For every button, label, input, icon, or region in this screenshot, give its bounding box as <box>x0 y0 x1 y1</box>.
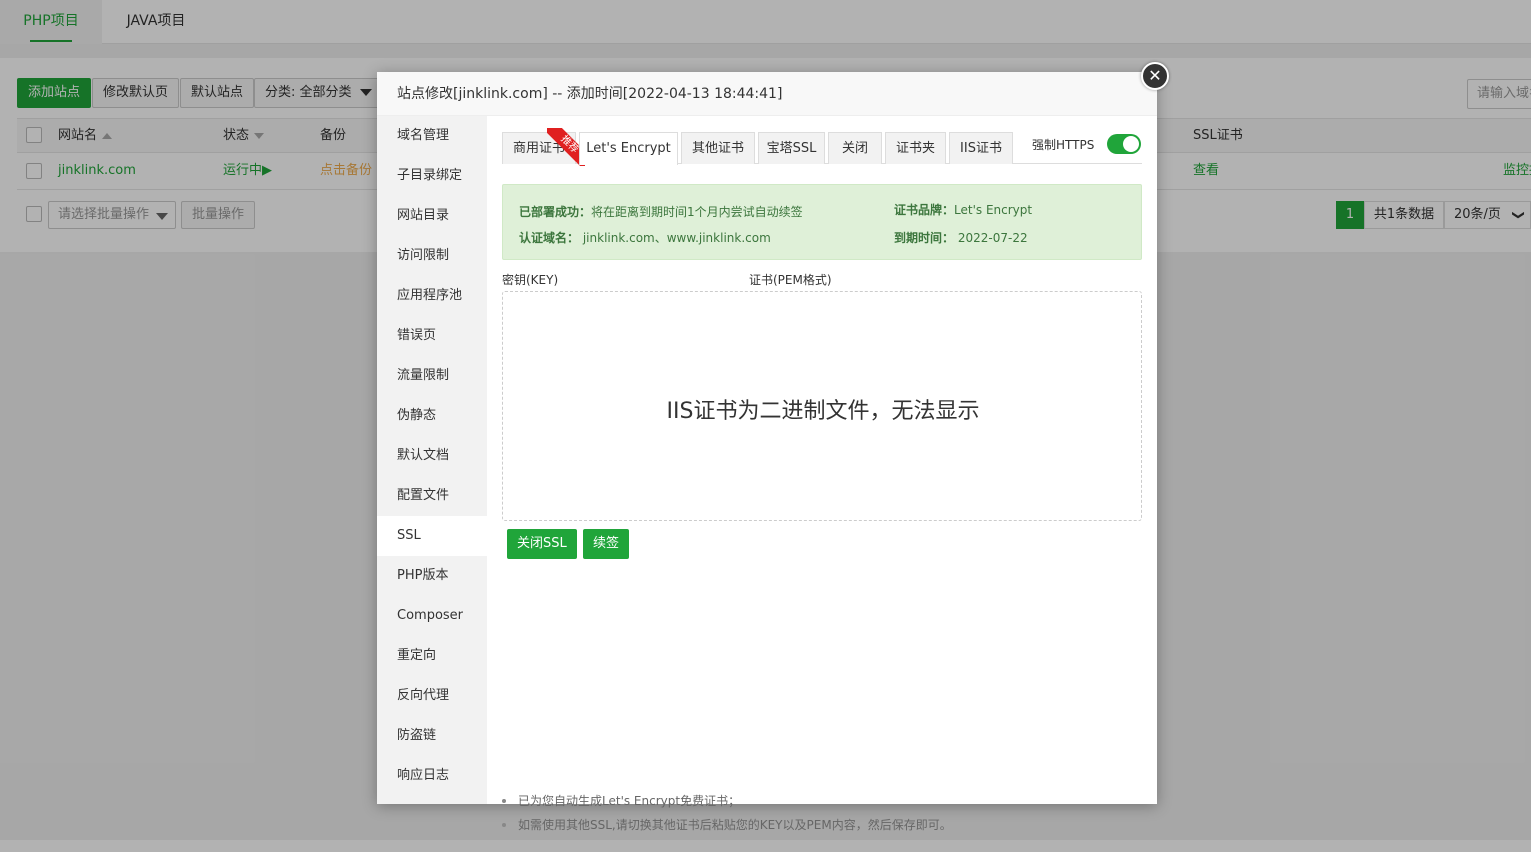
tab-other-cert[interactable]: 其他证书 <box>681 132 755 164</box>
cert-content-area: IIS证书为二进制文件，无法显示 <box>502 291 1142 521</box>
tab-close[interactable]: 关闭 <box>828 132 882 164</box>
sidebar-item-error-page[interactable]: 错误页 <box>377 316 487 356</box>
deployed-status: 已部署成功：将在距离到期时间1个月内尝试自动续签 <box>519 205 803 219</box>
sidebar-item-php-version[interactable]: PHP版本 <box>377 556 487 596</box>
sidebar-item-reverse-proxy[interactable]: 反向代理 <box>377 676 487 716</box>
sidebar-item-response-log[interactable]: 响应日志 <box>377 756 487 796</box>
sidebar-item-site-directory[interactable]: 网站目录 <box>377 196 487 236</box>
force-https-toggle[interactable] <box>1107 134 1141 154</box>
sidebar-item-redirect[interactable]: 重定向 <box>377 636 487 676</box>
sidebar-item-ssl[interactable]: SSL <box>377 516 487 556</box>
tip-item: 如需使用其他SSL,请切换其他证书后粘贴您的KEY以及PEM内容，然后保存即可。 <box>502 816 952 833</box>
tab-cert-folder[interactable]: 证书夹 <box>885 132 946 164</box>
toggle-knob <box>1123 136 1139 152</box>
tab-commercial-cert[interactable]: 商用证书 推荐 <box>502 128 585 166</box>
sidebar-item-app-pool[interactable]: 应用程序池 <box>377 276 487 316</box>
close-icon[interactable]: ✕ <box>1141 62 1169 90</box>
sidebar-item-default-doc[interactable]: 默认文档 <box>377 436 487 476</box>
sidebar-item-domain[interactable]: 域名管理 <box>377 116 487 156</box>
sidebar-item-subdir-binding[interactable]: 子目录绑定 <box>377 156 487 196</box>
sidebar-item-access-limit[interactable]: 访问限制 <box>377 236 487 276</box>
tip-item: 已为您自动生成Let's Encrypt免费证书； <box>502 792 740 809</box>
modal-sidebar: 域名管理 子目录绑定 网站目录 访问限制 应用程序池 错误页 流量限制 伪静态 … <box>377 116 487 804</box>
cert-brand: 证书品牌：Let's Encrypt <box>894 203 1033 217</box>
cert-expire: 到期时间： 2022-07-22 <box>894 231 1028 245</box>
cert-label: 证书(PEM格式) <box>749 273 832 287</box>
ssl-content: 商用证书 推荐 Let's Encrypt 其他证书 宝塔SSL 关闭 证书夹 … <box>487 116 1157 832</box>
cert-domains: 认证域名： jinklink.com、www.jinklink.com <box>519 231 771 245</box>
force-https-label: 强制HTTPS <box>1032 138 1095 152</box>
tab-lets-encrypt[interactable]: Let's Encrypt <box>579 132 678 165</box>
tab-iis-cert[interactable]: IIS证书 <box>949 132 1013 164</box>
sidebar-item-composer[interactable]: Composer <box>377 596 487 636</box>
close-ssl-button[interactable]: 关闭SSL <box>507 529 577 559</box>
site-edit-modal: 站点修改[jinklink.com] -- 添加时间[2022-04-13 18… <box>377 72 1157 832</box>
cert-binary-message: IIS证书为二进制文件，无法显示 <box>666 399 980 424</box>
modal-title: 站点修改[jinklink.com] -- 添加时间[2022-04-13 18… <box>377 72 1157 116</box>
renew-button[interactable]: 续签 <box>583 529 630 559</box>
sidebar-item-traffic-limit[interactable]: 流量限制 <box>377 356 487 396</box>
sidebar-item-config-file[interactable]: 配置文件 <box>377 476 487 516</box>
sidebar-item-hotlink[interactable]: 防盗链 <box>377 716 487 756</box>
cert-info-box: 已部署成功：将在距离到期时间1个月内尝试自动续签 证书品牌：Let's Encr… <box>502 184 1142 260</box>
tab-bt-ssl[interactable]: 宝塔SSL <box>758 132 825 164</box>
key-label: 密钥(KEY) <box>502 273 559 287</box>
sidebar-item-rewrite[interactable]: 伪静态 <box>377 396 487 436</box>
